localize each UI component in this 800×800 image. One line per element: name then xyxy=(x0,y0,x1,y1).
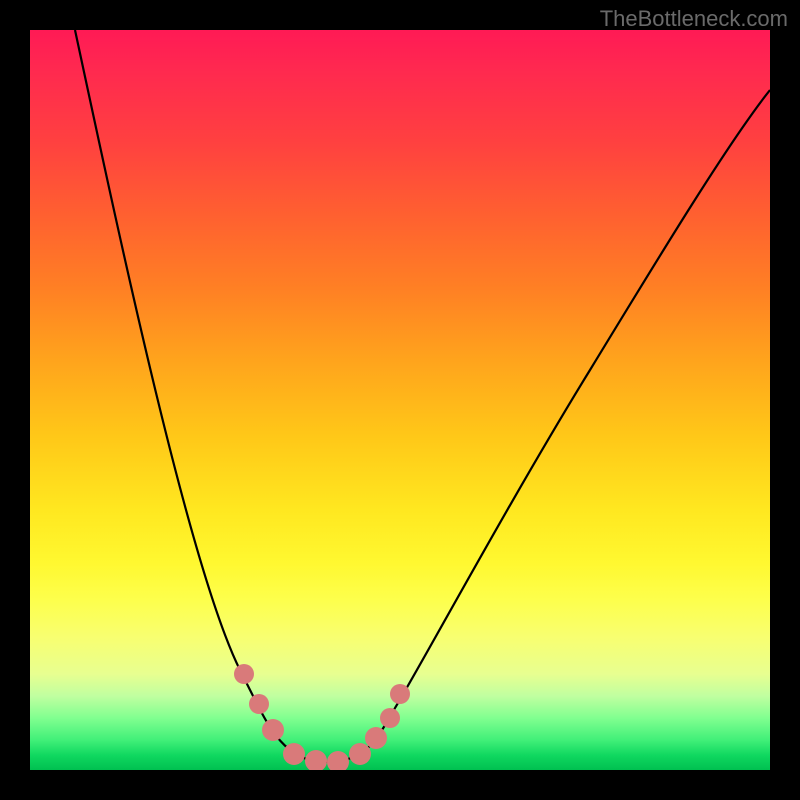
curve-marker xyxy=(390,684,410,704)
curve-marker xyxy=(305,750,327,770)
curve-svg xyxy=(30,30,770,770)
curve-marker xyxy=(365,727,387,749)
plot-region xyxy=(30,30,770,770)
curve-marker xyxy=(262,719,284,741)
curve-marker xyxy=(380,708,400,728)
curve-marker xyxy=(327,751,349,770)
curve-marker xyxy=(349,743,371,765)
curve-marker xyxy=(249,694,269,714)
chart-container: TheBottleneck.com xyxy=(0,0,800,800)
curve-marker xyxy=(283,743,305,765)
curve-marker xyxy=(234,664,254,684)
watermark-text: TheBottleneck.com xyxy=(600,6,788,32)
marker-group xyxy=(234,664,410,770)
bottleneck-curve xyxy=(75,30,770,762)
